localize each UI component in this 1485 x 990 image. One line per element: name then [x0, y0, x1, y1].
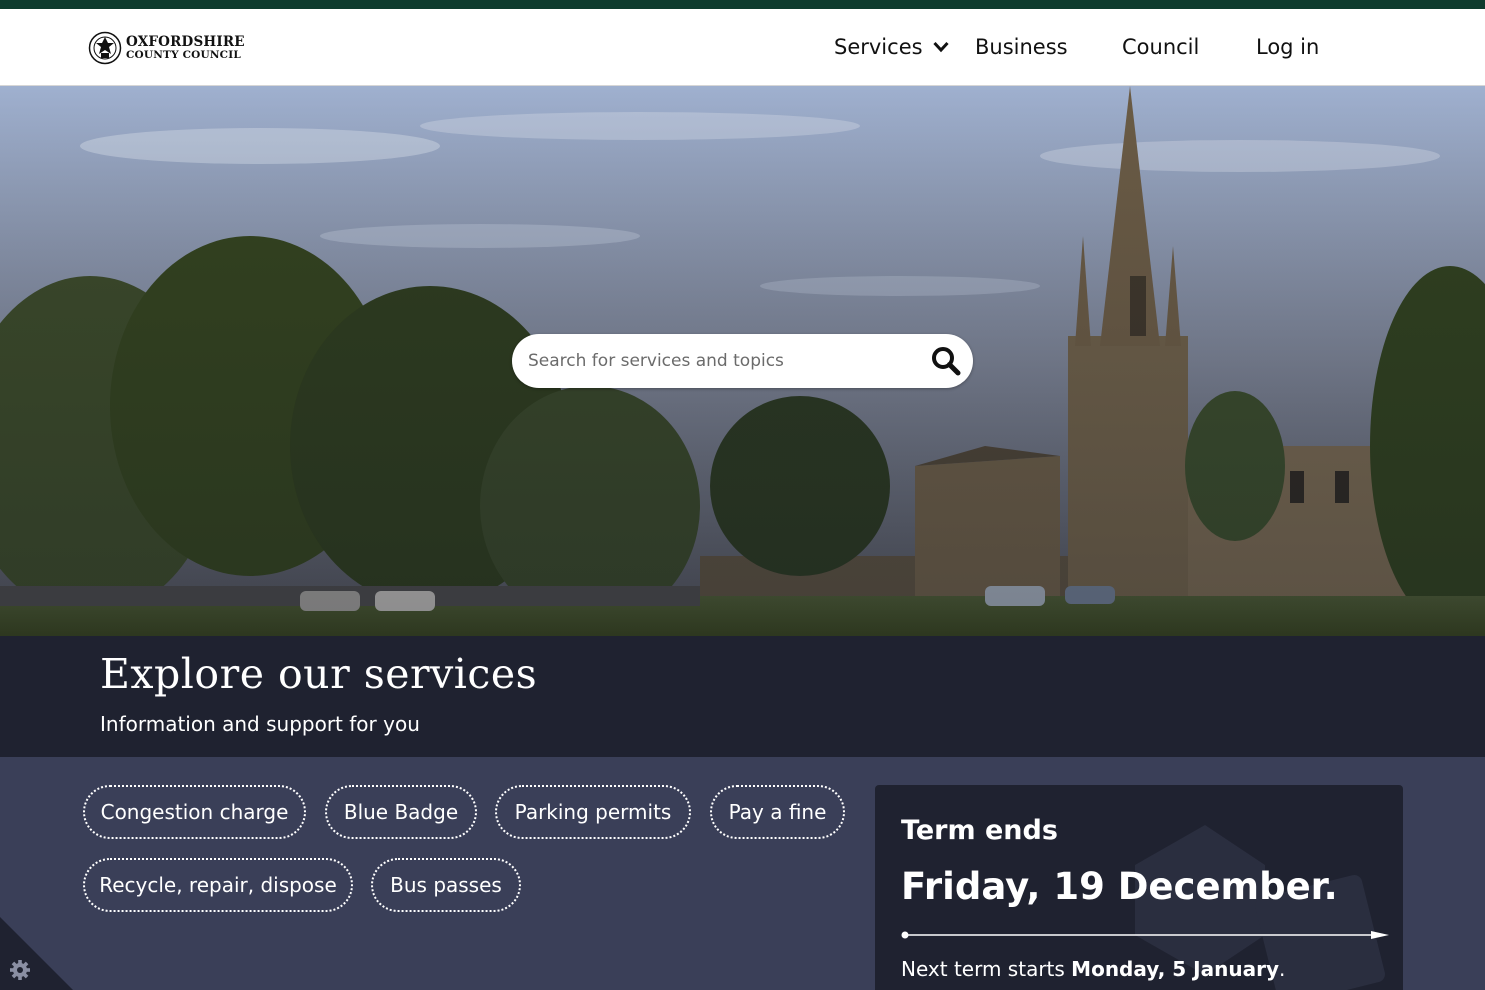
- nav-council[interactable]: Council: [1122, 9, 1199, 85]
- term-end-date: Friday, 19 December.: [901, 865, 1338, 908]
- next-term-text: Next term starts Monday, 5 January.: [901, 957, 1285, 981]
- next-term-date: Monday, 5 January: [1071, 957, 1279, 981]
- search-box: [512, 334, 973, 388]
- term-title: Term ends: [901, 815, 1058, 846]
- quick-link-congestion-charge[interactable]: Congestion charge: [83, 785, 306, 839]
- search-icon: [932, 347, 961, 376]
- next-term-prefix: Next term starts: [901, 957, 1065, 981]
- council-logo[interactable]: OXFORDSHIRE COUNTY COUNCIL: [88, 29, 248, 67]
- nav-business-label: Business: [975, 35, 1068, 59]
- quick-link-parking-permits[interactable]: Parking permits: [495, 785, 691, 839]
- nav-business[interactable]: Business: [975, 9, 1068, 85]
- site-header: OXFORDSHIRE COUNTY COUNCIL Services Busi…: [0, 9, 1485, 86]
- term-dates-card: Term ends Friday, 19 December. Next term…: [875, 785, 1403, 990]
- explore-title: Explore our services: [100, 650, 538, 698]
- logo-text: OXFORDSHIRE COUNTY COUNCIL: [126, 33, 245, 61]
- nav-services[interactable]: Services: [834, 9, 949, 85]
- chevron-down-icon: [932, 41, 949, 53]
- crest-icon: [88, 31, 122, 65]
- cookie-settings-button[interactable]: [0, 917, 73, 990]
- logo-line-2: COUNTY COUNCIL: [126, 49, 241, 61]
- explore-section: Explore our services Information and sup…: [0, 636, 1485, 757]
- logo-line-1: OXFORDSHIRE: [126, 33, 245, 50]
- nav-services-label: Services: [834, 35, 923, 59]
- search-button[interactable]: [929, 344, 963, 378]
- search-input[interactable]: [528, 334, 918, 388]
- quick-link-blue-badge[interactable]: Blue Badge: [325, 785, 477, 839]
- explore-subtitle: Information and support for you: [100, 712, 420, 736]
- gear-icon: [0, 917, 73, 990]
- quick-link-recycle[interactable]: Recycle, repair, dispose: [83, 858, 353, 912]
- next-term-suffix: .: [1278, 957, 1286, 981]
- timeline-arrow: [901, 931, 1389, 939]
- top-accent-bar: [0, 0, 1485, 9]
- quick-link-pay-a-fine[interactable]: Pay a fine: [710, 785, 845, 839]
- nav-login[interactable]: Log in: [1256, 9, 1319, 85]
- quick-link-bus-passes[interactable]: Bus passes: [371, 858, 521, 912]
- nav-login-label: Log in: [1256, 35, 1320, 59]
- nav-council-label: Council: [1122, 35, 1200, 59]
